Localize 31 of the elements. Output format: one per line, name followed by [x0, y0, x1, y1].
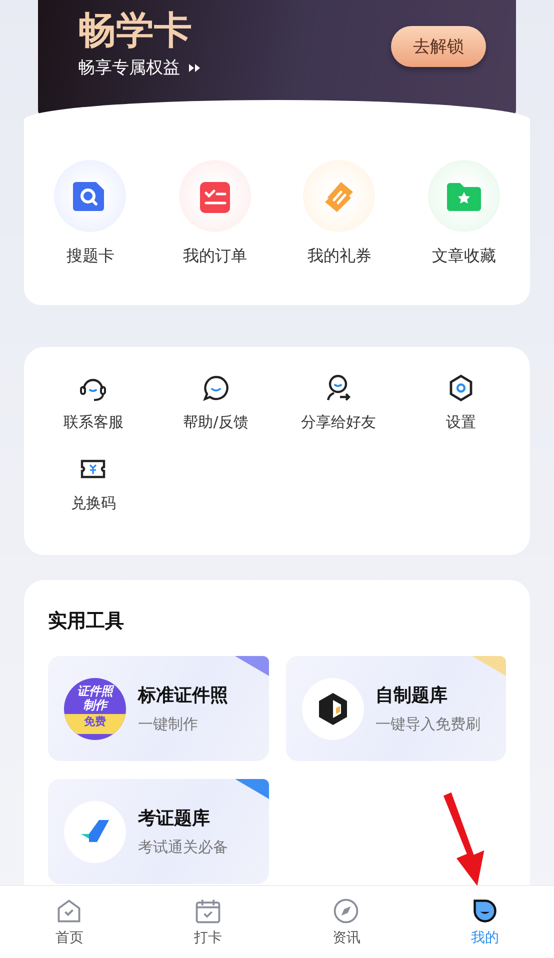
id-photo-badge: 证件照 制作 免费	[64, 678, 126, 740]
quick-link-label[interactable]: 搜题卡	[66, 246, 114, 267]
calendar-check-icon[interactable]	[194, 897, 222, 925]
tool-title: 自制题库	[376, 684, 448, 707]
chat-bubble-icon[interactable]	[200, 373, 231, 403]
quick-link-label[interactable]: 我的礼券	[307, 246, 372, 267]
section-title: 实用工具	[48, 609, 125, 634]
service-label[interactable]: 兑换码	[70, 494, 116, 513]
vip-card-title: 畅学卡	[78, 7, 193, 54]
vip-benefits-link[interactable]: 畅享专属权益	[78, 56, 180, 79]
quick-link-label[interactable]: 我的订单	[182, 246, 247, 267]
tool-card[interactable]: 考证题库 考试通关必备	[48, 779, 268, 884]
service-label[interactable]: 设置	[446, 413, 476, 432]
tool-card[interactable]: 自制题库 一键导入免费刷	[286, 656, 506, 761]
tab[interactable]: 首页	[0, 886, 138, 958]
face-drop-icon[interactable]	[470, 897, 499, 925]
quick-link-label[interactable]: 文章收藏	[432, 246, 496, 267]
unlock-button[interactable]: 去解锁	[391, 26, 486, 67]
tool-title: 标准证件照	[138, 684, 228, 707]
tab[interactable]: 资讯	[277, 886, 416, 958]
service-label[interactable]: 帮助/反馈	[183, 413, 248, 432]
service-label[interactable]: 分享给好友	[300, 413, 376, 432]
fast-forward-icon	[188, 62, 202, 72]
tool-card[interactable]: 证件照 制作 免费 标准证件照 一键制作	[48, 656, 268, 761]
service-label[interactable]: 联系客服	[63, 413, 124, 432]
tab[interactable]: 打卡	[138, 886, 277, 958]
tool-subtitle: 一键制作	[138, 715, 199, 734]
tool-subtitle: 一键导入免费刷	[376, 715, 480, 734]
compass-icon[interactable]	[332, 897, 360, 925]
tool-subtitle: 考试通关必备	[138, 838, 228, 857]
tool-title: 考证题库	[138, 807, 211, 830]
